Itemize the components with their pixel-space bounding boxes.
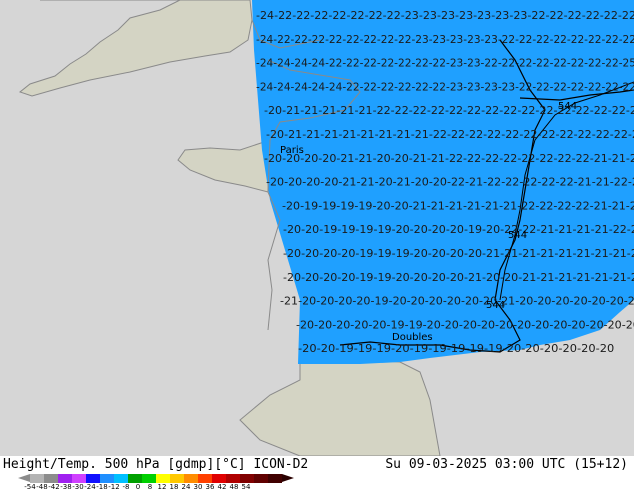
scale-segment [254, 474, 268, 483]
scale-segment [240, 474, 254, 483]
city-label-doubles: Doubles [392, 332, 433, 343]
map-canvas: -24-22-22-22-22-22-22-22-23-23-23-23-23-… [0, 0, 634, 456]
scale-segment [58, 474, 72, 483]
contour-label-544-a: 544 [558, 101, 577, 112]
city-label-paris: Paris [280, 145, 304, 156]
scale-segment [184, 474, 198, 483]
isotherm-row: -24-22-22-22-22-22-22-22-22-23-23-23-23-… [256, 33, 634, 46]
scale-segment [100, 474, 114, 483]
map-svg: -24-22-22-22-22-22-22-22-23-23-23-23-23-… [0, 0, 634, 456]
isotherm-row: -24-24-24-24-24-22-22-22-22-22-22-23-23-… [256, 80, 634, 93]
contour-label-544-c: 544 [486, 300, 505, 311]
valid-time: Su 09-03-2025 03:00 UTC (15+12) [385, 457, 628, 472]
scale-arrow-left [18, 474, 30, 482]
scale-segment [30, 474, 44, 483]
chart-title: Height/Temp. 500 hPa [gdmp][°C] ICON-D2 [3, 457, 309, 472]
isotherm-row: -20-20-19-19-19-20-19-19-19-19-19-20-20-… [298, 342, 614, 355]
scale-segment [86, 474, 100, 483]
isotherm-row: -20-20-20-20-19-19-20-20-20-20-21-20-20-… [283, 271, 634, 284]
scale-segment [128, 474, 142, 483]
isotherm-row: -20-21-21-21-21-21-22-22-22-22-22-22-22-… [264, 104, 634, 117]
footer-bar: Height/Temp. 500 hPa [gdmp][°C] ICON-D2 … [0, 456, 634, 491]
isotherm-row: -24-22-22-22-22-22-22-22-23-23-23-23-23-… [256, 9, 634, 22]
isotherm-row: -20-20-20-20-19-19-19-20-20-20-20-21-21-… [283, 247, 634, 260]
isotherm-row: -20-20-20-20-20-19-19-20-20-20-20-20-20-… [296, 318, 634, 331]
isotherm-row: -20-21-21-21-21-21-21-21-21-22-22-22-22-… [266, 128, 634, 141]
isotherm-label-rows: -24-22-22-22-22-22-22-22-23-23-23-23-23-… [256, 9, 634, 355]
isotherm-row: -21-20-20-20-20-19-20-20-20-20-20-20-21-… [280, 295, 634, 308]
isotherm-row: -20-20-20-20-21-21-20-21-20-20-22-21-22-… [266, 176, 634, 189]
isotherm-row: -24-24-24-24-22-22-22-22-22-22-22-23-23-… [256, 57, 634, 70]
scale-segment [44, 474, 58, 483]
scale-arrow-right [282, 474, 294, 482]
isotherm-row: -20-19-19-19-19-20-20-21-21-21-21-21-21-… [282, 199, 634, 212]
isotherm-row: -20-20-19-19-19-19-20-20-20-20-19-20-22-… [283, 223, 634, 236]
scale-segment [268, 474, 282, 483]
color-scale [18, 474, 294, 483]
scale-segment [212, 474, 226, 483]
scale-segment [198, 474, 212, 483]
contour-label-544-b: 544 [508, 230, 527, 241]
scale-segment [156, 474, 170, 483]
scale-segment [72, 474, 86, 483]
isotherm-row: -20-20-20-20-21-21-20-20-21-21-22-22-22-… [264, 152, 634, 165]
scale-segment [114, 474, 128, 483]
scale-segment [170, 474, 184, 483]
scale-segment [226, 474, 240, 483]
scale-segment [142, 474, 156, 483]
